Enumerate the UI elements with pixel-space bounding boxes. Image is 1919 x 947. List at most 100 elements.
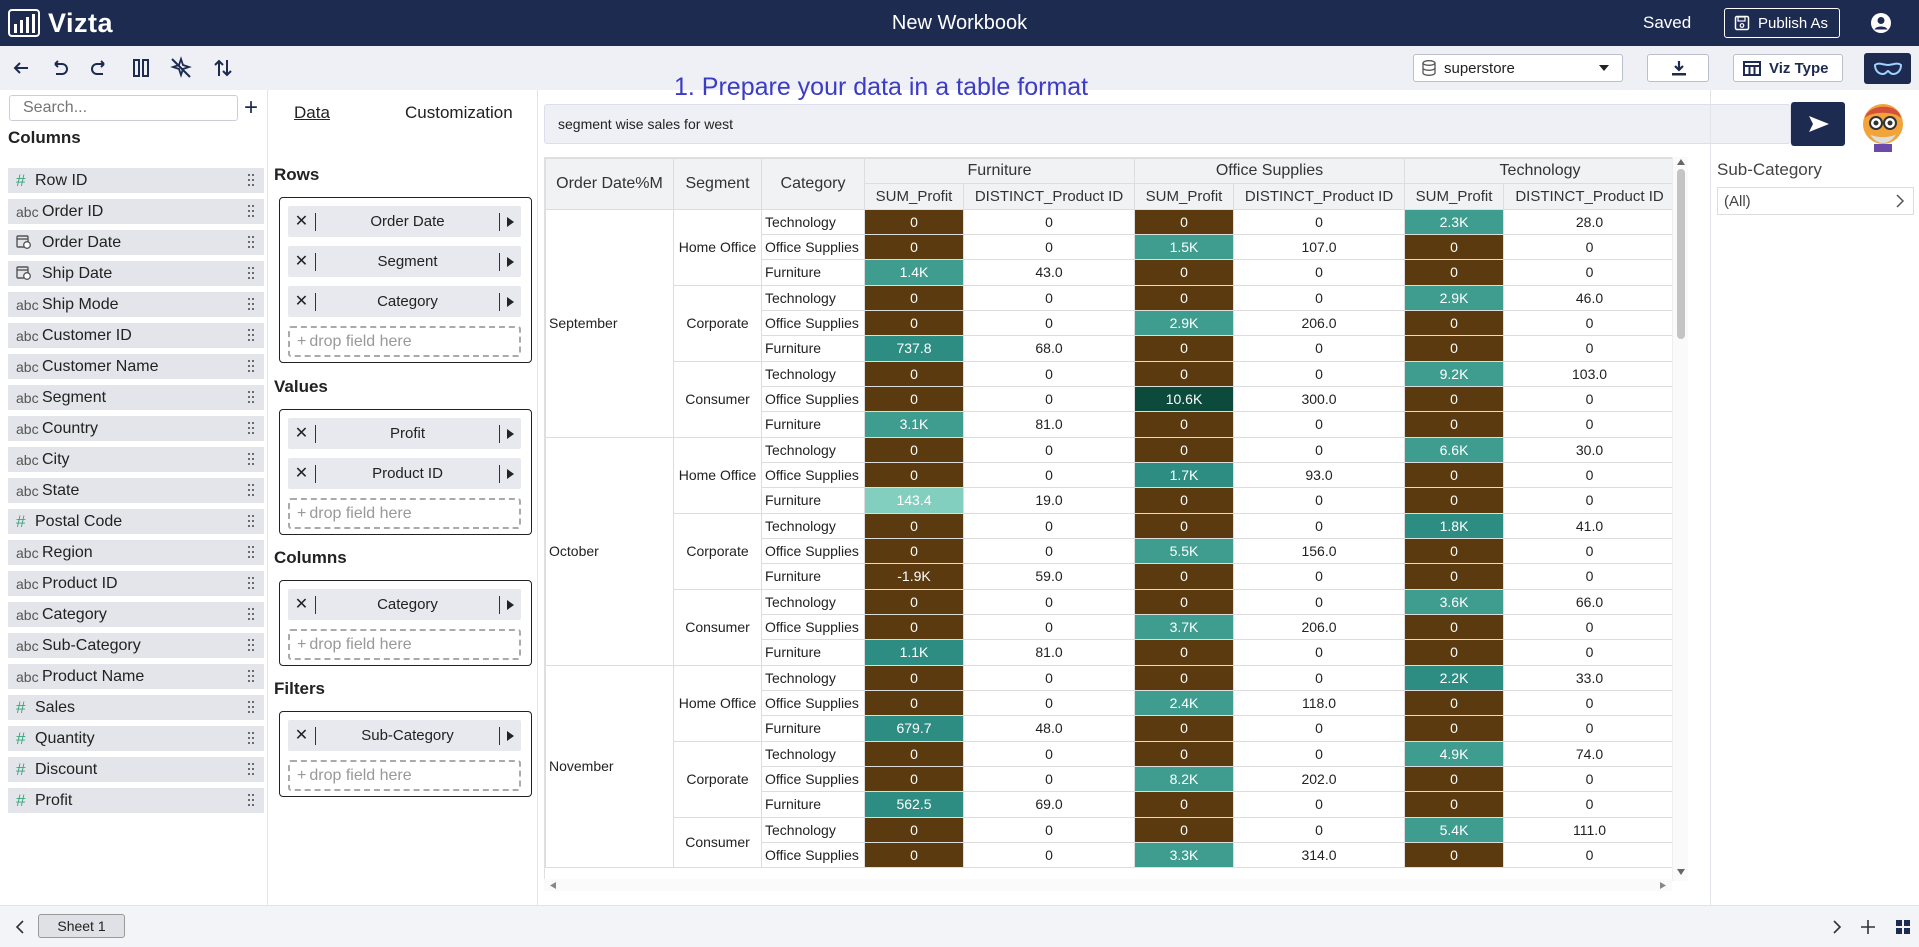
product-count-cell[interactable]: 314.0 (1232, 841, 1406, 869)
product-count-cell[interactable]: 0 (1503, 791, 1673, 818)
product-count-cell[interactable]: 41.0 (1503, 512, 1673, 539)
product-count-cell[interactable]: 74.0 (1503, 740, 1673, 767)
field-item[interactable]: abc Sub-Category (8, 633, 264, 658)
profit-cell[interactable]: 0 (1404, 537, 1505, 565)
field-item[interactable]: Ship Date (8, 261, 264, 286)
profit-cell[interactable]: 0 (864, 816, 964, 843)
field-item[interactable]: Order Date (8, 230, 264, 255)
product-count-cell[interactable]: 46.0 (1503, 284, 1673, 311)
value-header-distinct-product-id[interactable]: DISTINCT_Product ID (963, 183, 1135, 210)
product-count-cell[interactable]: 81.0 (963, 639, 1135, 666)
product-count-cell[interactable]: 0 (1232, 639, 1406, 666)
table-horizontal-scrollbar[interactable] (544, 879, 1672, 891)
profit-cell[interactable]: 2.9K (1404, 284, 1505, 311)
col-group-technology[interactable]: Technology (1404, 158, 1673, 185)
profit-cell[interactable]: 562.5 (864, 791, 964, 818)
profit-cell[interactable]: 0 (1404, 765, 1505, 793)
profit-cell[interactable]: 2.2K (1404, 664, 1505, 691)
product-count-cell[interactable]: 0 (1503, 385, 1673, 413)
product-count-cell[interactable]: 0 (963, 740, 1135, 767)
profit-cell[interactable]: 0 (864, 765, 964, 793)
drag-handle-icon[interactable] (248, 576, 254, 595)
viz-type-button[interactable]: Viz Type (1733, 54, 1843, 82)
product-count-cell[interactable]: 0 (1503, 487, 1673, 514)
profit-cell[interactable]: 1.8K (1404, 512, 1505, 539)
field-item[interactable]: # Quantity (8, 726, 264, 751)
profit-cell[interactable]: 4.9K (1404, 740, 1505, 767)
profit-cell[interactable]: 0 (864, 461, 964, 489)
columns-toggle-icon[interactable] (129, 56, 153, 80)
profit-cell[interactable]: 0 (864, 588, 964, 615)
field-item[interactable]: abc City (8, 447, 264, 472)
profit-cell[interactable]: 0 (1404, 639, 1505, 666)
profit-cell[interactable]: 0 (1134, 208, 1234, 235)
drag-handle-icon[interactable] (248, 793, 254, 812)
profit-cell[interactable]: 10.6K (1134, 385, 1234, 413)
product-count-cell[interactable]: 0 (963, 461, 1135, 489)
product-count-cell[interactable]: 0 (1503, 765, 1673, 793)
back-arrow-icon[interactable] (9, 56, 33, 80)
product-count-cell[interactable]: 0 (1232, 284, 1406, 311)
profit-cell[interactable]: 0 (1404, 563, 1505, 590)
product-count-cell[interactable]: 202.0 (1232, 765, 1406, 793)
product-count-cell[interactable]: 0 (963, 664, 1135, 691)
product-count-cell[interactable]: 0 (1232, 208, 1406, 235)
profit-cell[interactable]: 0 (864, 233, 964, 261)
query-input[interactable]: segment wise sales for west (544, 104, 1791, 144)
profit-cell[interactable]: 3.3K (1134, 841, 1234, 869)
profit-cell[interactable]: 0 (864, 613, 964, 641)
caret-right-icon[interactable] (499, 212, 521, 231)
field-item[interactable]: abc Category (8, 602, 264, 627)
field-item[interactable]: abc Region (8, 540, 264, 565)
mask-mode-button[interactable] (1864, 53, 1911, 84)
product-count-cell[interactable]: 30.0 (1503, 436, 1673, 463)
product-count-cell[interactable]: 0 (1232, 791, 1406, 818)
value-header-sum-profit[interactable]: SUM_Profit (1134, 183, 1234, 210)
profit-cell[interactable]: 0 (864, 512, 964, 539)
product-count-cell[interactable]: 0 (1503, 537, 1673, 565)
redo-icon[interactable] (88, 56, 112, 80)
field-item[interactable]: # Profit (8, 788, 264, 813)
product-count-cell[interactable]: 0 (1232, 436, 1406, 463)
profit-cell[interactable]: 0 (864, 689, 964, 717)
product-count-cell[interactable]: 0 (963, 436, 1135, 463)
field-item[interactable]: abc State (8, 478, 264, 503)
profit-cell[interactable]: 0 (1404, 791, 1505, 818)
field-item[interactable]: # Postal Code (8, 509, 264, 534)
shelf-pill[interactable]: ✕ Category (288, 286, 521, 317)
profit-cell[interactable]: 0 (1404, 309, 1505, 337)
drag-handle-icon[interactable] (248, 328, 254, 347)
product-count-cell[interactable]: 0 (1503, 461, 1673, 489)
scroll-down-icon[interactable] (1677, 869, 1685, 875)
profit-cell[interactable]: 0 (1404, 613, 1505, 641)
profit-cell[interactable]: 0 (1404, 335, 1505, 362)
product-count-cell[interactable]: 0 (963, 309, 1135, 337)
profit-cell[interactable]: 0 (1404, 841, 1505, 869)
drag-handle-icon[interactable] (248, 731, 254, 750)
product-count-cell[interactable]: 0 (1232, 715, 1406, 742)
product-count-cell[interactable]: 103.0 (1503, 360, 1673, 387)
field-item[interactable]: # Row ID (8, 168, 264, 193)
remove-pill-icon[interactable]: ✕ (288, 424, 316, 443)
product-count-cell[interactable]: 0 (963, 360, 1135, 387)
product-count-cell[interactable]: 0 (963, 588, 1135, 615)
drag-handle-icon[interactable] (248, 545, 254, 564)
product-count-cell[interactable]: 300.0 (1232, 385, 1406, 413)
product-count-cell[interactable]: 107.0 (1232, 233, 1406, 261)
product-count-cell[interactable]: 59.0 (963, 563, 1135, 590)
product-count-cell[interactable]: 93.0 (1232, 461, 1406, 489)
remove-pill-icon[interactable]: ✕ (288, 464, 316, 483)
add-sheet-icon[interactable] (1860, 919, 1876, 935)
download-button[interactable] (1647, 54, 1709, 82)
sheet-tab[interactable]: Sheet 1 (38, 914, 125, 938)
profit-cell[interactable]: 3.1K (864, 411, 964, 438)
field-item[interactable]: # Sales (8, 695, 264, 720)
profit-cell[interactable]: 0 (1404, 411, 1505, 438)
product-count-cell[interactable]: 156.0 (1232, 537, 1406, 565)
product-count-cell[interactable]: 0 (963, 233, 1135, 261)
product-count-cell[interactable]: 0 (1232, 259, 1406, 286)
drag-handle-icon[interactable] (248, 359, 254, 378)
field-item[interactable]: abc Product Name (8, 664, 264, 689)
caret-right-icon[interactable] (499, 292, 521, 311)
profit-cell[interactable]: 2.3K (1404, 208, 1505, 235)
